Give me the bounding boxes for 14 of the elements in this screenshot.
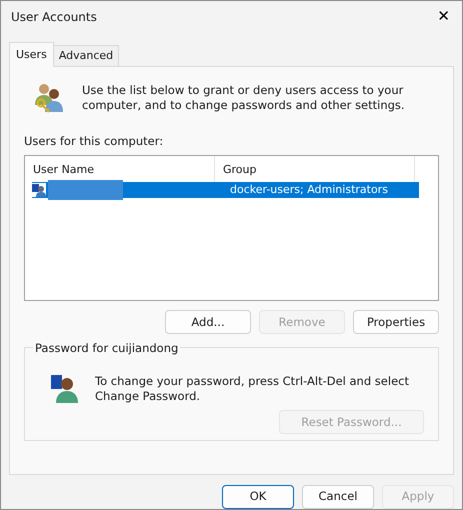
window-title: User Accounts xyxy=(11,8,97,26)
table-row[interactable]: docker-users; Administrators xyxy=(32,182,419,198)
add-button[interactable]: Add... xyxy=(165,310,251,334)
properties-button[interactable]: Properties xyxy=(353,310,439,334)
intro-text: Use the list below to grant or deny users access to your computer, and to change passwords and other settings. xyxy=(82,83,406,114)
cancel-button[interactable]: Cancel xyxy=(302,485,374,509)
close-button[interactable]: ✕ xyxy=(433,9,454,24)
tab[interactable]: Advanced xyxy=(52,44,120,66)
table-cell-text: docker-users; Administrators xyxy=(229,182,388,198)
tab[interactable]: Users xyxy=(9,42,54,68)
list-label: Users for this computer: xyxy=(24,133,164,150)
users-list[interactable]: User Name Group docker-users; Administrators xyxy=(24,155,439,302)
ok-button[interactable]: OK xyxy=(222,485,294,509)
password-hint: To change your password, press Ctrl-Alt-Del and select Change Password. xyxy=(95,374,410,404)
